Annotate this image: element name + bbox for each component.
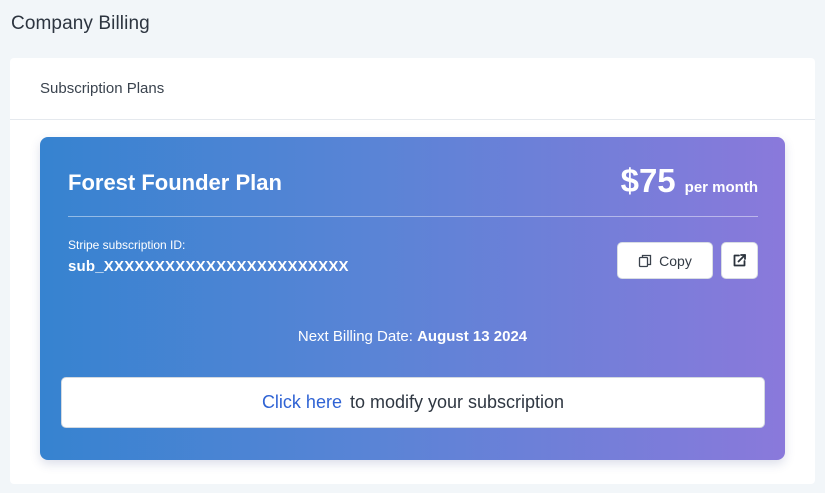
subscription-id-value: sub_XXXXXXXXXXXXXXXXXXXXXXXX [68,258,349,275]
next-billing-label: Next Billing Date: [297,328,418,345]
price-amount: $75 [620,162,676,199]
external-link-icon [733,254,746,267]
copy-button-label: Copy [659,252,692,269]
plan-name: Forest Founder Plan [68,170,282,195]
price-period: per month [684,179,758,196]
copy-button[interactable]: Copy [617,242,713,279]
card-header: Subscription Plans [10,58,815,120]
next-billing-date: August 13 2024 [417,328,528,345]
modify-subscription-button[interactable]: Click here to modify your subscription [61,377,765,428]
card-header-title: Subscription Plans [40,80,165,97]
next-billing: Next Billing Date: August 13 2024 [40,328,785,345]
modify-subscription-link[interactable]: Click here [262,392,342,413]
plan-price: $75 per month [621,162,758,200]
subscription-id-label: Stripe subscription ID: [68,238,186,252]
subscription-card: Subscription Plans Forest Founder Plan $… [10,58,815,484]
open-external-button[interactable] [721,242,758,279]
divider [68,216,758,217]
copy-icon [639,254,652,267]
modify-subscription-text: to modify your subscription [349,392,565,412]
plan-panel: Forest Founder Plan $75 per month Stripe… [40,137,785,460]
page-title: Company Billing [11,13,150,34]
